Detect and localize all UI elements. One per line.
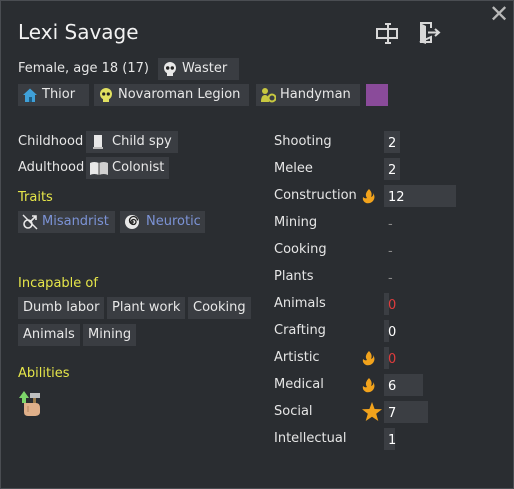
rename-icon[interactable] [375,21,401,47]
skill-value-social: 7 [388,406,397,421]
banish-icon[interactable] [416,20,442,46]
childhood-backstory[interactable]: Child spy [86,131,178,153]
skill-name-medical: Medical [274,377,324,392]
incapable-animals[interactable]: Animals [18,324,80,346]
role-tag[interactable]: Handyman [256,84,360,106]
book-icon [89,160,109,176]
skill-name-shooting: Shooting [274,134,332,149]
skill-name-mining: Mining [274,215,318,230]
incapable-title: Incapable of [18,276,98,291]
skill-value-medical: 6 [388,379,397,394]
xenotype-tag[interactable]: Waster [158,58,239,80]
skill-name-social: Social [274,404,313,419]
skill-value-crafting: 0 [388,325,397,340]
abilities-title: Abilities [18,366,70,381]
skill-value-shooting: 2 [388,136,397,151]
favorite-color-swatch[interactable] [366,84,388,106]
close-icon[interactable]: ✕ [489,2,509,26]
minor-passion-icon [360,350,376,366]
major-passion-icon [361,401,383,423]
skill-name-cooking: Cooking [274,242,327,257]
faction-skull-icon [98,87,114,103]
skill-value-mining: - [388,217,393,232]
trait-misandrist[interactable]: Misandrist [18,211,115,233]
character-card: Lexi Savage ✕ Female, age 18 (17) Waster… [0,0,514,489]
incapable-dumb-labor[interactable]: Dumb labor [18,297,105,319]
skill-value-cooking: - [388,244,393,259]
skill-value-animals: 0 [388,298,397,313]
skill-value-plants: - [388,271,393,286]
adulthood-label: Adulthood [18,160,85,175]
incapable-mining[interactable]: Mining [83,324,137,346]
skill-name-animals: Animals [274,296,326,311]
faction-tag[interactable]: Novaroman Legion [94,84,249,106]
skill-name-melee: Melee [274,161,313,176]
minor-passion-icon [360,188,376,204]
skill-name-intellectual: Intellectual [274,431,347,446]
pawn-description: Female, age 18 (17) [18,61,149,76]
skill-name-construction: Construction [274,188,357,203]
child-icon [90,134,106,150]
home-icon [22,87,38,103]
skill-name-plants: Plants [274,269,314,284]
skill-value-construction: 12 [388,190,405,205]
skill-value-intellectual: 1 [388,433,397,448]
skill-name-artistic: Artistic [274,350,320,365]
skill-name-crafting: Crafting [274,323,326,338]
trait-neurotic[interactable]: Neurotic [120,211,205,233]
skull-icon [162,61,178,77]
incapable-cooking[interactable]: Cooking [188,297,251,319]
minor-passion-icon [360,377,376,393]
skill-value-artistic: 0 [388,352,397,367]
ability-icon[interactable] [18,389,42,417]
adulthood-backstory[interactable]: Colonist [86,157,169,179]
incapable-plant-work[interactable]: Plant work [107,297,186,319]
handyman-icon [260,87,277,103]
traits-title: Traits [18,190,53,205]
pawn-name: Lexi Savage [18,20,139,44]
faction-home-tag[interactable]: Thior [18,84,89,106]
skill-value-melee: 2 [388,163,397,178]
childhood-label: Childhood [18,134,84,149]
male-symbol-icon [22,214,38,230]
spiral-icon [124,214,140,230]
